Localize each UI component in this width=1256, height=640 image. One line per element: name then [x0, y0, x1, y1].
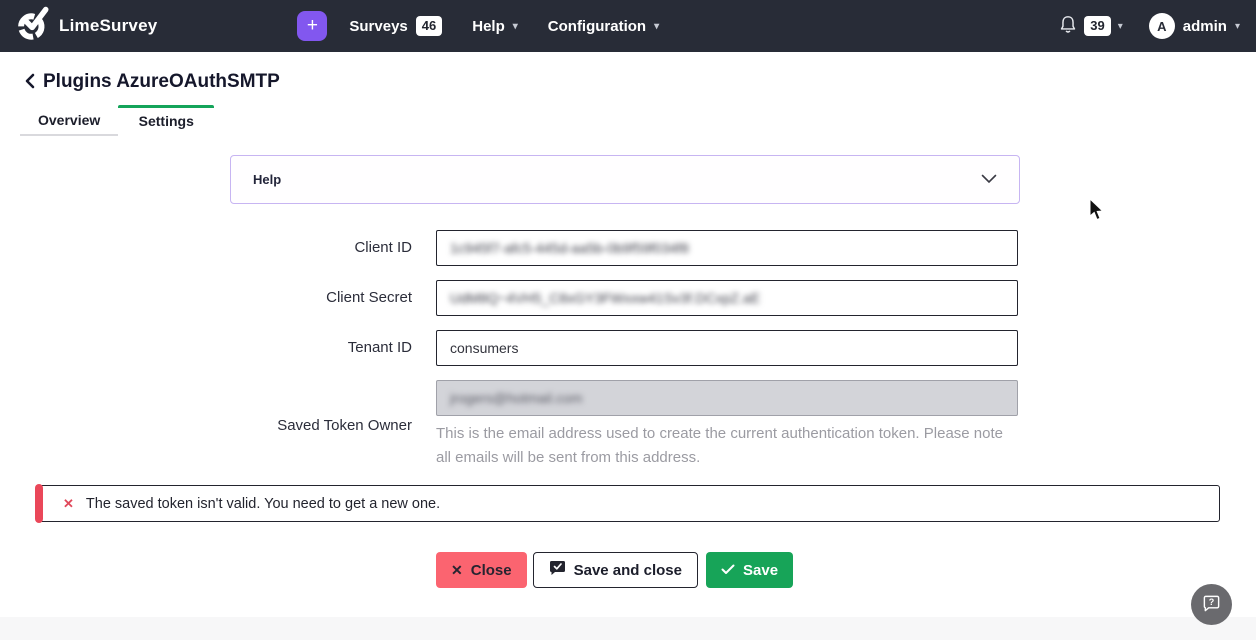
saved-token-owner-label: Saved Token Owner — [0, 417, 436, 434]
error-x-icon: ✕ — [63, 496, 74, 512]
help-label: Help — [472, 18, 505, 35]
client-secret-label: Client Secret — [0, 280, 436, 316]
bell-icon — [1059, 14, 1077, 39]
navbar-main-menu: + Surveys 46 Help ▾ Configuration ▾ — [297, 10, 667, 42]
nav-help-dropdown[interactable]: Help ▾ — [464, 12, 526, 41]
close-button[interactable]: ✕ Close — [436, 552, 527, 588]
navbar-right: 39 ▾ A admin ▾ — [1057, 10, 1240, 43]
user-menu-dropdown[interactable]: A admin ▾ — [1149, 13, 1240, 39]
saved-token-owner-value: jrogers@hotmail.com — [450, 390, 582, 406]
caret-down-icon: ▾ — [1118, 21, 1123, 32]
chevron-left-icon — [24, 73, 35, 92]
page-title: Plugins AzureOAuthSMTP — [43, 71, 280, 93]
brand-name: LimeSurvey — [59, 16, 157, 36]
nav-surveys[interactable]: Surveys 46 — [341, 10, 450, 42]
plugin-tabs: Overview Settings — [20, 105, 1256, 136]
caret-down-icon: ▾ — [1235, 21, 1240, 32]
create-survey-button[interactable]: + — [297, 11, 327, 41]
tab-overview[interactable]: Overview — [20, 105, 118, 136]
client-id-label: Client ID — [0, 230, 436, 266]
alert-accent-bar — [35, 484, 43, 523]
tab-settings[interactable]: Settings — [118, 105, 214, 136]
alert-message: The saved token isn't valid. You need to… — [86, 496, 440, 512]
client-id-value: 1c945f7-afc5-445d-aa5b-0b9f59f034f8 — [450, 240, 689, 256]
form-row-saved-token-owner: Saved Token Owner jrogers@hotmail.com Th… — [0, 380, 1256, 470]
top-navbar: LimeSurvey + Surveys 46 Help ▾ Configura… — [0, 0, 1256, 52]
close-x-icon: ✕ — [451, 562, 463, 579]
form-row-client-secret: Client Secret UdM8Q~4VH5_C8xGY3FWxxw41Sv… — [0, 280, 1256, 316]
configuration-label: Configuration — [548, 18, 646, 35]
save-and-close-icon — [549, 560, 566, 580]
page-header: Plugins AzureOAuthSMTP — [0, 52, 1256, 105]
client-secret-value: UdM8Q~4VH5_C8xGY3FWxxw41Sv3f.DCxpZ.aE — [450, 290, 760, 306]
notifications-count-badge: 39 — [1084, 16, 1110, 36]
nav-configuration-dropdown[interactable]: Configuration ▾ — [540, 12, 667, 41]
client-secret-input[interactable]: UdM8Q~4VH5_C8xGY3FWxxw41Sv3f.DCxpZ.aE — [436, 280, 1018, 316]
save-and-close-label: Save and close — [574, 562, 682, 579]
close-label: Close — [471, 562, 512, 579]
surveys-label: Surveys — [349, 18, 407, 35]
notifications-dropdown[interactable]: 39 ▾ — [1057, 10, 1125, 43]
caret-down-icon: ▾ — [654, 21, 659, 32]
chat-question-icon: ? — [1202, 594, 1221, 616]
save-and-close-button[interactable]: Save and close — [533, 552, 698, 588]
token-invalid-alert: ✕ The saved token isn't valid. You need … — [36, 485, 1220, 522]
save-label: Save — [743, 562, 778, 579]
limesurvey-brand[interactable]: LimeSurvey — [16, 5, 157, 48]
save-button[interactable]: Save — [706, 552, 793, 588]
caret-down-icon: ▾ — [513, 21, 518, 32]
saved-token-owner-help-text: This is the email address used to create… — [436, 422, 1018, 470]
support-chat-button[interactable]: ? — [1191, 584, 1232, 625]
surveys-count-badge: 46 — [416, 16, 442, 36]
saved-token-owner-input: jrogers@hotmail.com — [436, 380, 1018, 416]
user-avatar: A — [1149, 13, 1175, 39]
form-row-tenant-id: Tenant ID — [0, 330, 1256, 366]
help-accordion-label: Help — [253, 172, 281, 187]
settings-panel: Help Client ID 1c945f7-afc5-445d-aa5b-0b… — [0, 155, 1256, 601]
username-label: admin — [1183, 18, 1227, 35]
page-footer-strip — [0, 617, 1256, 640]
tenant-id-input[interactable] — [436, 330, 1018, 366]
help-accordion-toggle[interactable]: Help — [230, 155, 1020, 204]
limesurvey-logo-icon — [16, 5, 50, 48]
form-actions: ✕ Close Save and close Save — [436, 552, 1256, 588]
form-row-client-id: Client ID 1c945f7-afc5-445d-aa5b-0b9f59f… — [0, 230, 1256, 266]
check-icon — [721, 562, 735, 579]
tenant-id-label: Tenant ID — [0, 330, 436, 366]
svg-text:?: ? — [1209, 597, 1215, 607]
client-id-input[interactable]: 1c945f7-afc5-445d-aa5b-0b9f59f034f8 — [436, 230, 1018, 266]
plus-icon: + — [307, 12, 318, 40]
chevron-down-icon — [981, 171, 997, 189]
limesurvey-app: LimeSurvey + Surveys 46 Help ▾ Configura… — [0, 0, 1256, 601]
back-button[interactable] — [24, 73, 35, 92]
plugin-settings-form: Client ID 1c945f7-afc5-445d-aa5b-0b9f59f… — [0, 230, 1256, 470]
